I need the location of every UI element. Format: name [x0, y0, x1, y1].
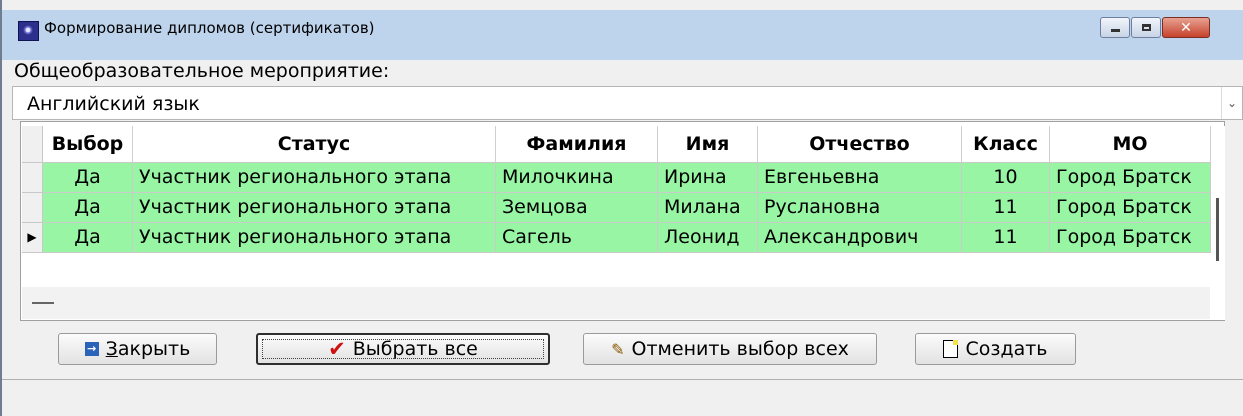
cell-grade[interactable]: 11 [962, 223, 1050, 253]
close-window-button[interactable]: ✕ [1162, 17, 1210, 38]
maximize-button[interactable] [1131, 17, 1161, 38]
cell-surname[interactable]: Сагель [496, 223, 658, 253]
column-header-status[interactable]: Статус [133, 126, 496, 163]
close-icon: ✕ [1180, 19, 1192, 36]
select-all-button[interactable]: ✔ Выбрать все [256, 333, 550, 365]
minimize-button[interactable] [1100, 17, 1130, 38]
chevron-down-icon[interactable]: ⌄ [1221, 87, 1242, 119]
row-indicator-header [22, 126, 43, 163]
grid-empty-area [22, 287, 1210, 319]
cell-status[interactable]: Участник регионального этапа [133, 193, 496, 223]
eraser-icon: ✎ [611, 339, 625, 359]
cell-patronymic[interactable]: Евгеньевна [758, 163, 962, 193]
dialog-window: Формирование дипломов (сертификатов) ✕ О… [0, 0, 1243, 416]
row-indicator[interactable] [22, 193, 43, 223]
cell-grade[interactable]: 11 [962, 193, 1050, 223]
cell-patronymic[interactable]: Александрович [758, 223, 962, 253]
cell-choice[interactable]: Да [43, 163, 133, 193]
cell-patronymic[interactable]: Руслановна [758, 193, 962, 223]
focus-rect [262, 339, 544, 359]
deselect-all-label: Отменить выбор всех [631, 338, 849, 360]
column-header-choice[interactable]: Выбор [43, 126, 133, 163]
app-icon [18, 21, 39, 41]
column-header-grade[interactable]: Класс [962, 126, 1050, 163]
current-row-indicator[interactable]: ▶ [22, 223, 43, 253]
cell-choice[interactable]: Да [43, 193, 133, 223]
cell-name[interactable]: Милана [658, 193, 758, 223]
close-button-label: Закрыть [105, 338, 191, 360]
column-header-name[interactable]: Имя [658, 126, 758, 163]
cell-grade[interactable]: 10 [962, 163, 1050, 193]
deselect-all-button[interactable]: ✎ Отменить выбор всех [583, 333, 877, 365]
cell-mo[interactable]: Город Братск [1050, 163, 1211, 193]
close-button[interactable]: → Закрыть [58, 333, 217, 365]
column-header-mo[interactable]: МО [1050, 126, 1211, 163]
event-label: Общеобразовательное мероприятие: [14, 60, 390, 82]
create-button-label: Создать [965, 338, 1048, 360]
maximize-icon [1141, 24, 1151, 31]
vertical-scrollbar[interactable] [1211, 126, 1225, 320]
cell-surname[interactable]: Земцова [496, 193, 658, 223]
cell-mo[interactable]: Город Братск [1050, 223, 1211, 253]
cell-mo[interactable]: Город Братск [1050, 193, 1211, 223]
cell-choice[interactable]: Да [43, 223, 133, 253]
column-header-surname[interactable]: Фамилия [496, 126, 658, 163]
cell-name[interactable]: Ирина [658, 163, 758, 193]
event-select[interactable]: Английский язык ⌄ [12, 86, 1243, 120]
window-title: Формирование дипломов (сертификатов) [44, 19, 375, 37]
column-header-patronymic[interactable]: Отчество [758, 126, 962, 163]
row-indicator[interactable] [22, 163, 43, 193]
horizontal-scroll-indicator[interactable] [32, 302, 54, 304]
status-bar [2, 379, 1243, 415]
create-button[interactable]: Создать [915, 333, 1076, 365]
cell-status[interactable]: Участник регионального этапа [133, 163, 496, 193]
cell-surname[interactable]: Милочкина [496, 163, 658, 193]
new-document-icon [943, 340, 959, 358]
cell-name[interactable]: Леонид [658, 223, 758, 253]
scrollbar-thumb[interactable] [1216, 198, 1219, 261]
minimize-icon [1110, 29, 1120, 32]
cell-status[interactable]: Участник регионального этапа [133, 223, 496, 253]
participants-grid[interactable]: Выбор Статус Фамилия Имя Отчество Класс … [20, 121, 1225, 321]
exit-icon: → [84, 342, 99, 356]
event-select-value: Английский язык [27, 93, 200, 115]
